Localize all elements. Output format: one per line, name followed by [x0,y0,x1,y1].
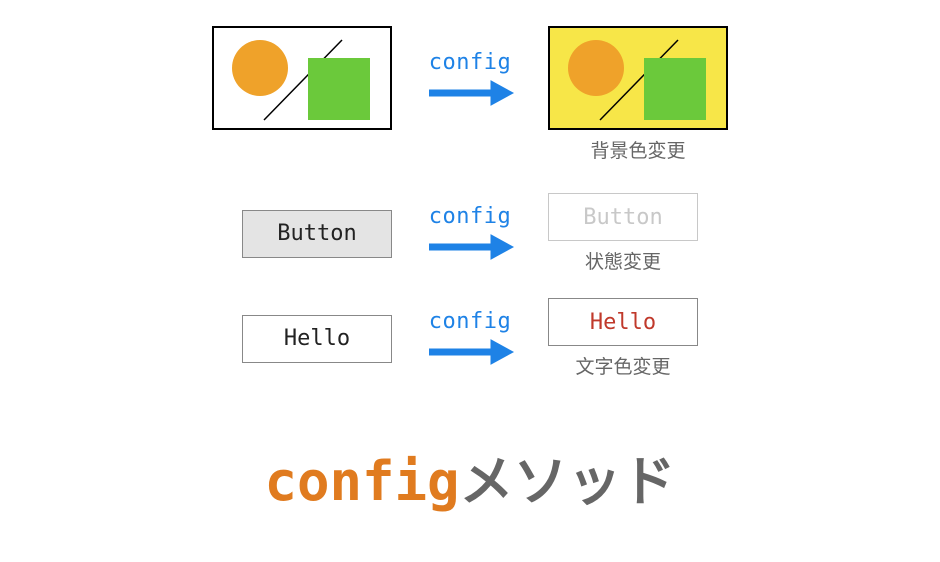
label-after: Hello [548,298,698,346]
arrow-col-2: config [410,204,530,263]
row-canvas-bg: config 背景色変更 [110,26,830,163]
arrow-right-icon [425,231,515,263]
arrow-label-3: config [429,309,511,334]
row-button-state: Button config Button 状態変更 [110,193,830,274]
canvas-after-col: 背景色変更 [548,26,728,163]
green-square-icon [644,58,706,120]
title-suffix: メソッド [460,452,676,512]
diagram-stage: config 背景色変更 Button config [110,0,830,379]
arrow-label-2: config [429,204,511,229]
label-before: Hello [242,315,392,363]
canvas-after [548,26,728,130]
row-label-fg: Hello config Hello 文字色変更 [110,298,830,379]
button-after: Button [548,193,698,241]
title-keyword: config [264,450,459,513]
caption-state: 状態変更 [585,247,661,274]
orange-circle-icon [232,40,288,96]
canvas-before [212,26,392,130]
label-after-col: Hello 文字色変更 [548,298,698,379]
arrow-right-icon [425,77,515,109]
label-after-text: Hello [590,310,656,335]
caption-fg: 文字色変更 [575,352,670,379]
page-title: configメソッド [0,437,940,516]
arrow-col-1: config [410,26,530,109]
arrow-col-3: config [410,309,530,368]
arrow-label-1: config [429,50,511,75]
label-before-text: Hello [284,326,350,351]
green-square-icon [308,58,370,120]
button-after-text: Button [583,205,662,230]
button-before-text: Button [277,221,356,246]
button-after-col: Button 状態変更 [548,193,698,274]
button-before: Button [242,210,392,258]
caption-bg: 背景色変更 [590,136,685,163]
arrow-right-icon [425,336,515,368]
orange-circle-icon [568,40,624,96]
